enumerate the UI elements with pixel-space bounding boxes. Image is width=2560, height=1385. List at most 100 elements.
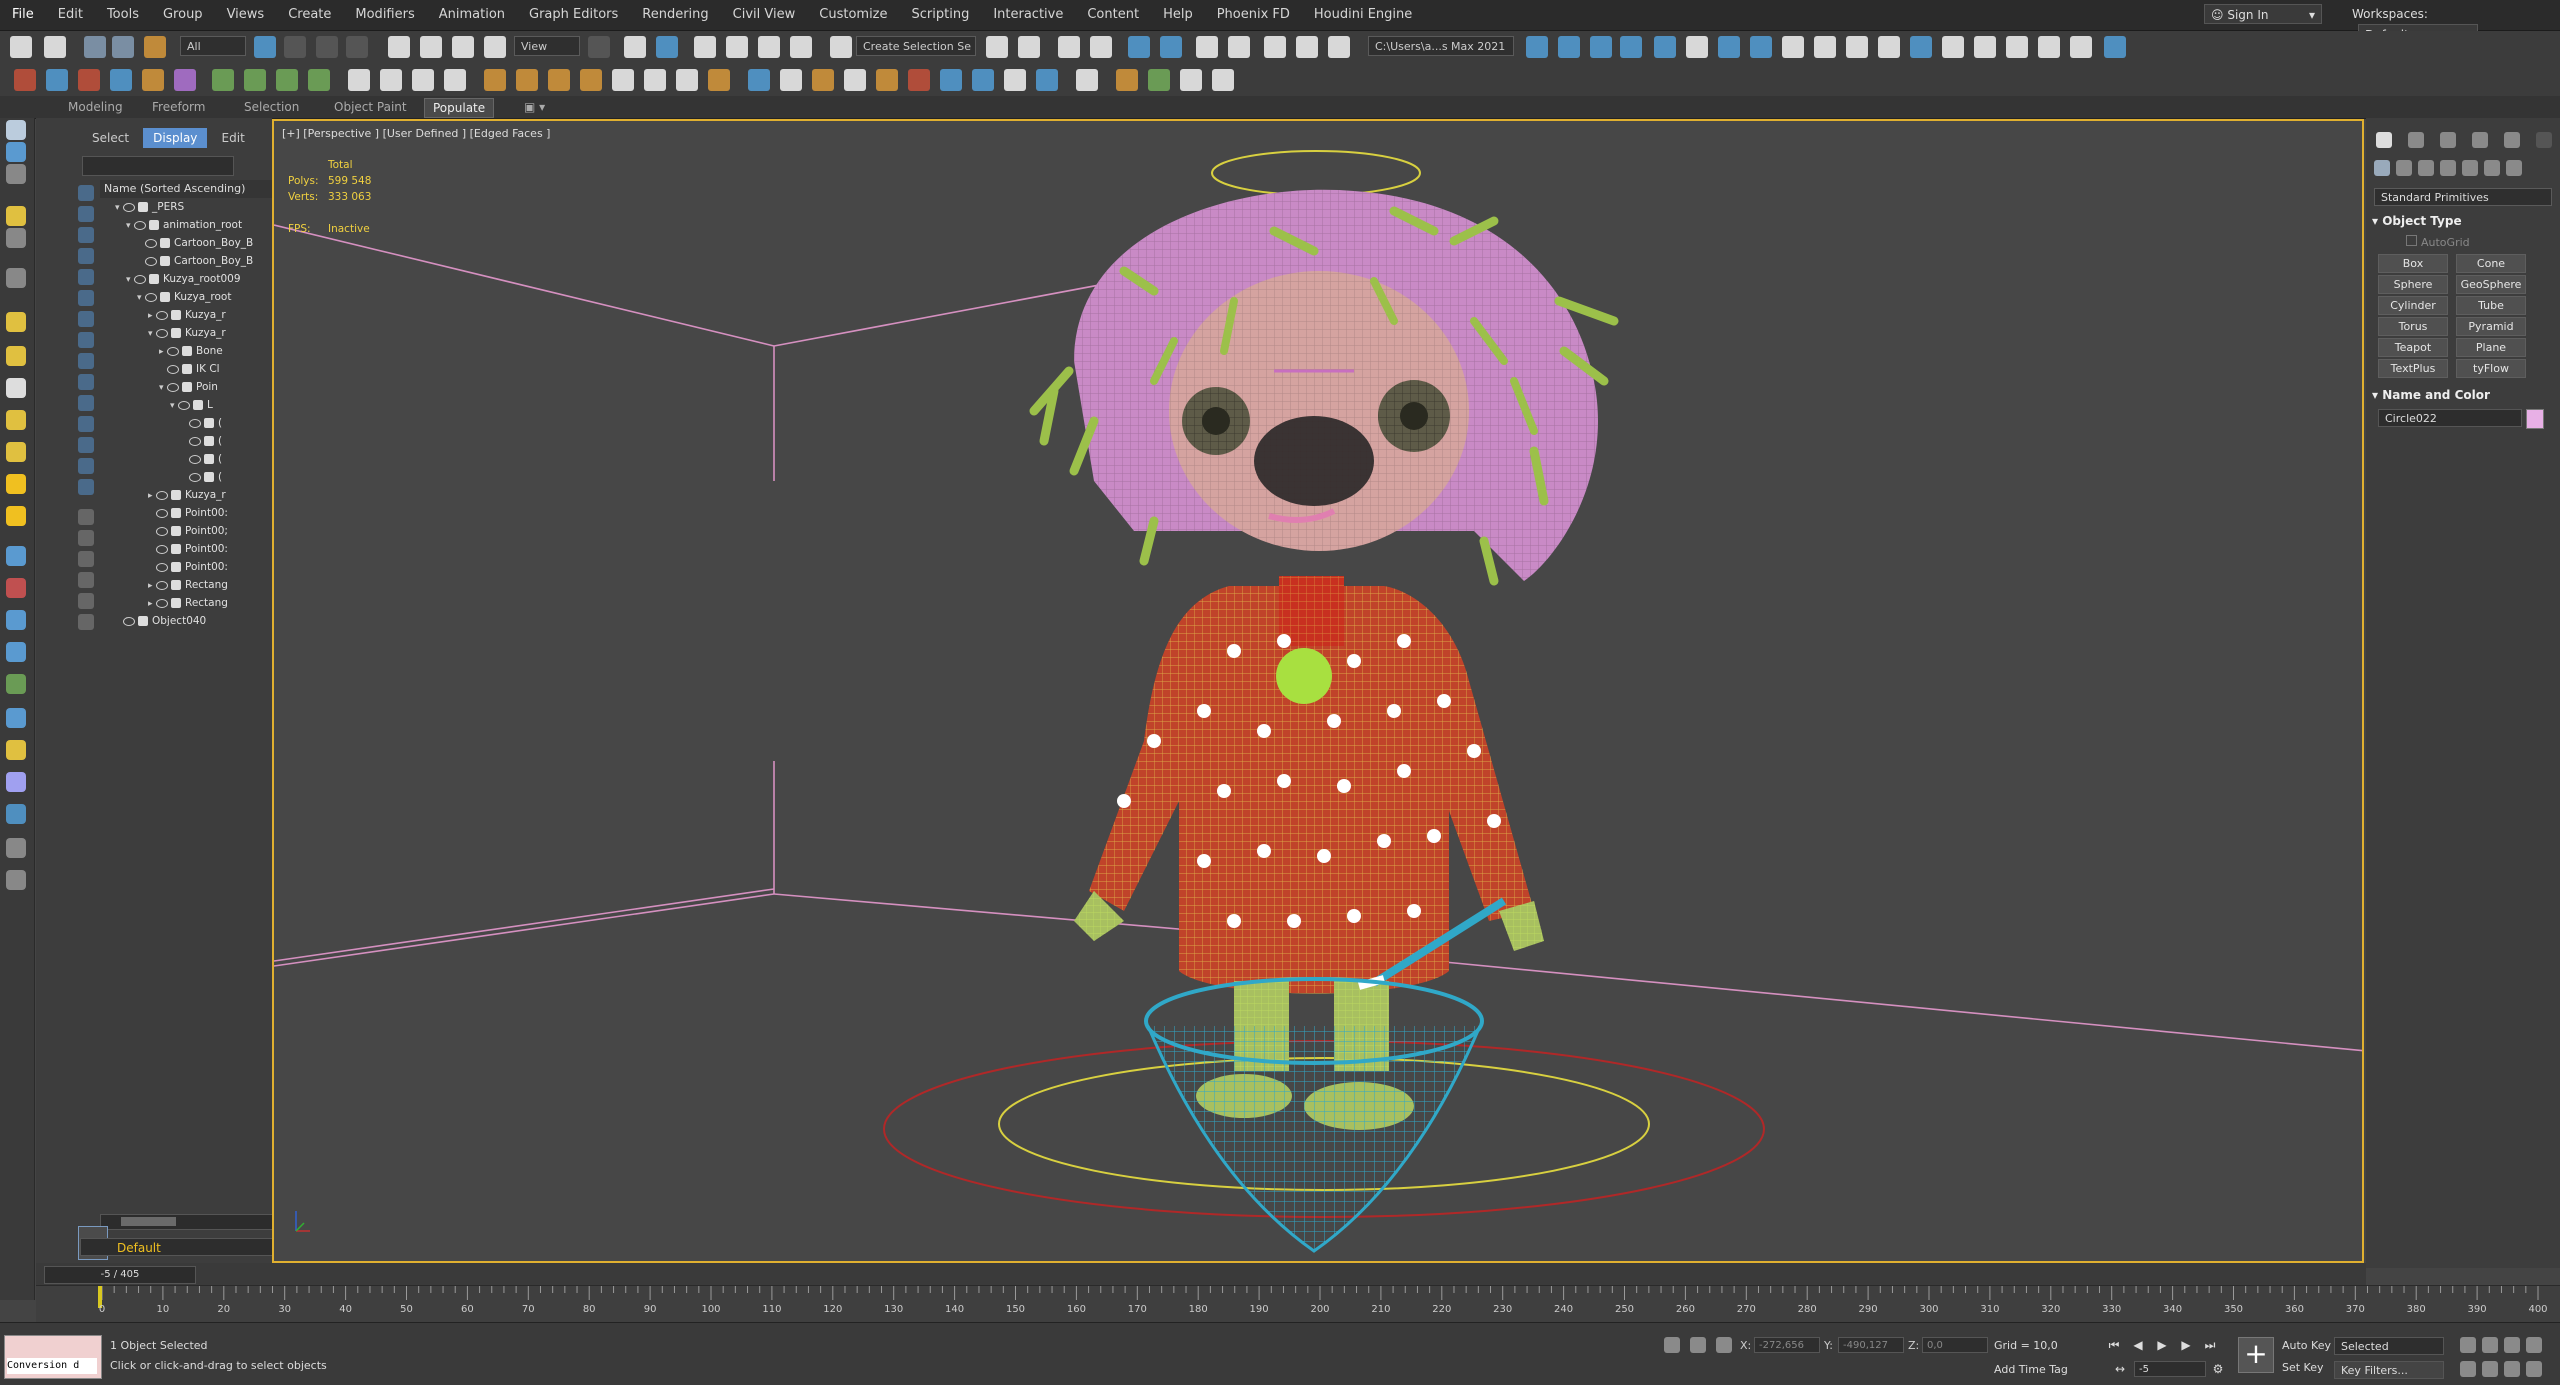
visibility-eye-icon[interactable] xyxy=(156,598,168,608)
phoenix-ocean-icon[interactable] xyxy=(276,69,298,91)
select-object-icon[interactable] xyxy=(254,36,276,58)
snapshot-icon[interactable] xyxy=(1942,36,1964,58)
angle-snap-icon[interactable] xyxy=(726,36,748,58)
redo-icon[interactable] xyxy=(44,36,66,58)
tube-button[interactable]: Tube xyxy=(2456,296,2526,315)
edit-named-selection-icon[interactable] xyxy=(830,36,852,58)
autogrid-checkbox[interactable]: AutoGrid xyxy=(2406,235,2470,249)
tab-object-paint[interactable]: Object Paint xyxy=(326,98,415,116)
save-project-icon[interactable] xyxy=(1590,36,1612,58)
tree-icon[interactable] xyxy=(1148,69,1170,91)
expand-arrow-icon[interactable]: ▸ xyxy=(148,307,156,324)
rendered-frame-window-icon[interactable] xyxy=(1296,36,1318,58)
snow-preset-icon[interactable] xyxy=(1004,69,1026,91)
object-name-input[interactable]: Circle022 xyxy=(2378,409,2522,427)
rotate-icon[interactable] xyxy=(420,36,442,58)
move-icon[interactable] xyxy=(388,36,410,58)
smoke-preset-icon[interactable] xyxy=(580,69,602,91)
next-frame-icon[interactable]: ▶ xyxy=(2178,1337,2194,1353)
tyflow-button[interactable]: tyFlow xyxy=(2456,359,2526,378)
sync-selection-icon[interactable] xyxy=(78,509,94,525)
visibility-eye-icon[interactable] xyxy=(156,580,168,590)
filter-cameras-icon[interactable] xyxy=(78,248,94,264)
key-mode-icon[interactable]: ↔ xyxy=(2112,1361,2128,1377)
zoom-extents-all-icon[interactable] xyxy=(2526,1337,2542,1353)
y-coordinate-field[interactable]: -490,127 xyxy=(1838,1337,1904,1353)
snaps-toggle-icon[interactable] xyxy=(694,36,716,58)
cloud-helper-icon[interactable] xyxy=(6,804,26,824)
tools-icon[interactable] xyxy=(1180,69,1202,91)
liquid-preset-icon[interactable] xyxy=(748,69,770,91)
menu-phoenix-fd[interactable]: Phoenix FD xyxy=(1205,0,1302,30)
expand-arrow-icon[interactable]: ▾ xyxy=(115,199,123,216)
filter-none-icon[interactable] xyxy=(78,458,94,474)
phoenix-stop-icon[interactable] xyxy=(78,69,100,91)
sphere-button[interactable]: Sphere xyxy=(2378,275,2448,294)
hierarchy-tab-icon[interactable] xyxy=(2440,132,2456,148)
tab-freeform[interactable]: Freeform xyxy=(144,98,213,116)
visibility-eye-icon[interactable] xyxy=(156,544,168,554)
ribbon-options-icon[interactable]: ▣ ▾ xyxy=(516,98,553,116)
menu-help[interactable]: Help xyxy=(1151,0,1205,30)
expand-arrow-icon[interactable]: ▸ xyxy=(148,577,156,594)
phoenix-source-icon[interactable] xyxy=(110,69,132,91)
create-geometry-icon[interactable] xyxy=(6,206,26,226)
splash-preset-icon[interactable] xyxy=(780,69,802,91)
menu-file[interactable]: File xyxy=(0,0,46,30)
time-config-icon[interactable]: ⚙ xyxy=(2210,1361,2226,1377)
schematic-view-icon[interactable] xyxy=(1196,36,1218,58)
filter-containers-icon[interactable] xyxy=(78,374,94,390)
auto-key-button[interactable]: Auto Key xyxy=(2282,1339,2331,1352)
forest-pack-icon[interactable] xyxy=(1116,69,1138,91)
phoenix-liquid-icon[interactable] xyxy=(46,69,68,91)
menu-graph-editors[interactable]: Graph Editors xyxy=(517,0,630,30)
visibility-eye-icon[interactable] xyxy=(167,364,179,374)
geometry-category-icon[interactable] xyxy=(2374,160,2390,176)
visibility-eye-icon[interactable] xyxy=(167,382,179,392)
teapot-button[interactable]: Teapot xyxy=(2378,338,2448,357)
pyramid-button[interactable]: Pyramid xyxy=(2456,317,2526,336)
key-filters-button[interactable]: Key Filters... xyxy=(2334,1361,2444,1379)
spinner-snap-icon[interactable] xyxy=(790,36,812,58)
cylinder-primitive-icon[interactable] xyxy=(6,410,26,430)
menu-views[interactable]: Views xyxy=(215,0,277,30)
scrollbar-thumb[interactable] xyxy=(121,1217,176,1226)
orbit-icon[interactable] xyxy=(2504,1361,2520,1377)
visibility-eye-icon[interactable] xyxy=(189,454,201,464)
key-selection-dropdown[interactable]: Selected xyxy=(2334,1337,2444,1355)
filter-funnel-icon[interactable] xyxy=(78,572,94,588)
create-shapes-icon[interactable] xyxy=(6,228,26,248)
viewport-layout-icon[interactable] xyxy=(1910,36,1932,58)
spacing-tool-icon[interactable] xyxy=(2006,36,2028,58)
field-of-view-icon[interactable] xyxy=(2460,1361,2476,1377)
sign-in-dropdown[interactable]: ☺ Sign In ▾ xyxy=(2204,4,2322,24)
visibility-eye-icon[interactable] xyxy=(134,220,146,230)
expand-arrow-icon[interactable]: ▾ xyxy=(159,379,167,396)
expand-arrow-icon[interactable]: ▸ xyxy=(159,343,167,360)
selection-filter-dropdown[interactable]: All xyxy=(180,36,246,56)
expand-arrow-icon[interactable]: ▾ xyxy=(148,325,156,342)
tab-modeling[interactable]: Modeling xyxy=(60,98,131,116)
menu-modifiers[interactable]: Modifiers xyxy=(343,0,426,30)
isolate-selection-icon[interactable] xyxy=(1664,1337,1680,1353)
perspective-viewport[interactable]: [+] [Perspective ] [User Defined ] [Edge… xyxy=(272,119,2364,1263)
light-icon[interactable] xyxy=(1654,36,1676,58)
toggle-ribbon-icon[interactable] xyxy=(1128,36,1150,58)
menu-content[interactable]: Content xyxy=(1075,0,1151,30)
visibility-eye-icon[interactable] xyxy=(178,400,190,410)
sphere-helper-icon[interactable] xyxy=(6,708,26,728)
brush-icon[interactable] xyxy=(1814,36,1836,58)
filter-geometry-icon[interactable] xyxy=(78,185,94,201)
help-icon[interactable] xyxy=(1076,69,1098,91)
phoenix-grid-icon[interactable] xyxy=(244,69,266,91)
visibility-eye-icon[interactable] xyxy=(145,238,157,248)
filter-all-icon[interactable] xyxy=(78,437,94,453)
beer-preset-icon[interactable] xyxy=(812,69,834,91)
explosion-preset-icon[interactable] xyxy=(548,69,570,91)
box-primitive-icon[interactable] xyxy=(6,312,26,332)
filter-frozen-icon[interactable] xyxy=(78,395,94,411)
fire-preset-icon[interactable] xyxy=(484,69,506,91)
wind-preset-icon[interactable] xyxy=(612,69,634,91)
placement-icon[interactable] xyxy=(484,36,506,58)
named-selection-sets-dropdown[interactable]: Create Selection Se xyxy=(856,36,976,56)
